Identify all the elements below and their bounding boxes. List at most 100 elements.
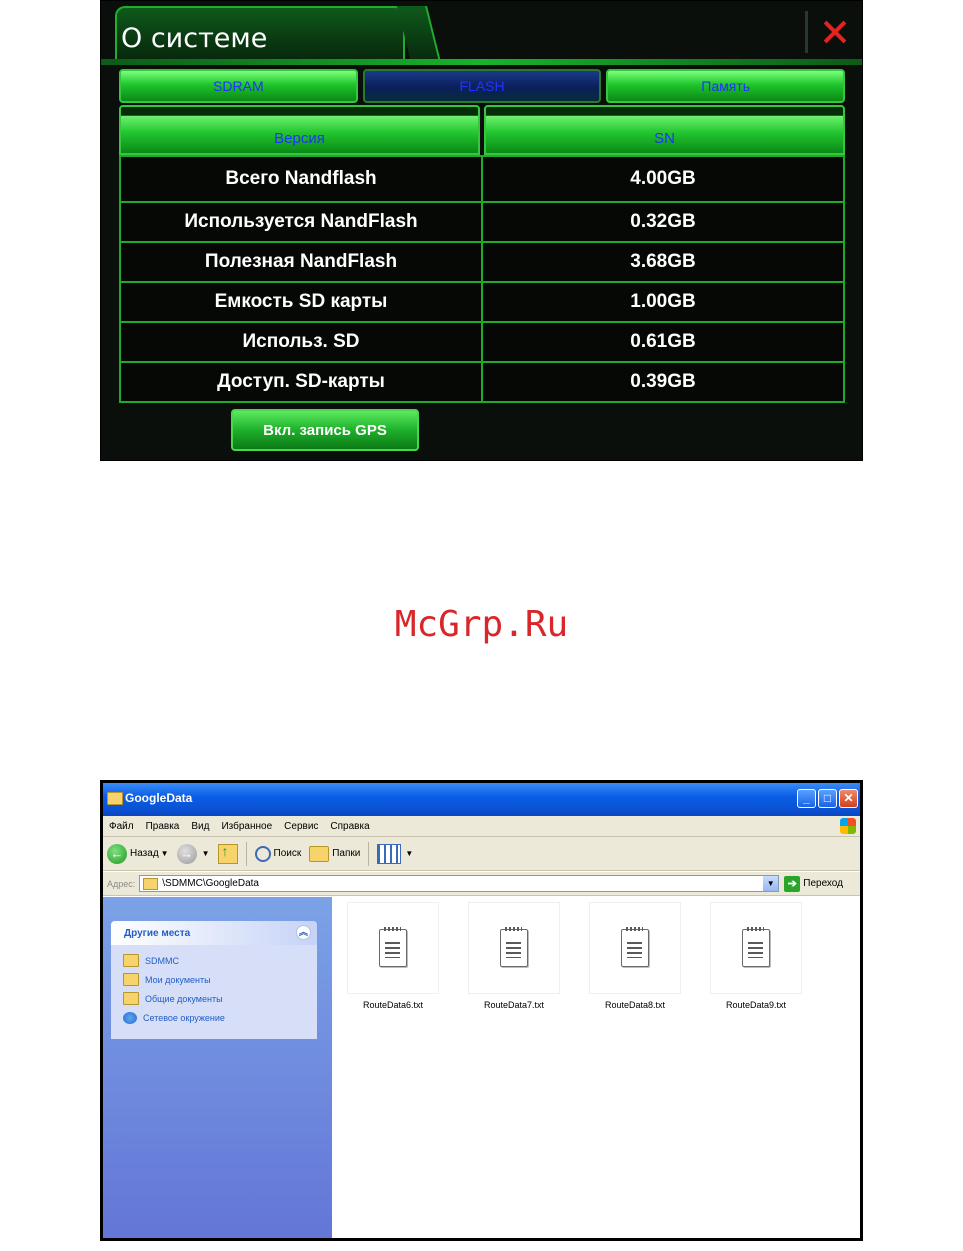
row-value: 0.39GB xyxy=(481,363,843,401)
row-label: Доступ. SD-карты xyxy=(217,371,385,392)
menu-favorites[interactable]: Избранное xyxy=(215,821,278,832)
folders-label: Папки xyxy=(332,848,361,859)
tab-memory[interactable]: Память xyxy=(606,69,846,103)
folders-icon xyxy=(309,845,330,862)
row-value: 0.61GB xyxy=(481,323,843,361)
other-places-panel: Другие места ︽ SDMMC Мои документы Общие… xyxy=(111,921,317,1039)
window-controls: _ □ ✕ xyxy=(797,789,858,808)
file-name: RouteData9.txt xyxy=(725,1000,787,1010)
folders-button[interactable]: Папки xyxy=(309,845,361,862)
file-name: RouteData6.txt xyxy=(362,1000,424,1010)
toolbar: ← Назад ▼ → ▼ Поиск Папки ▼ xyxy=(103,837,860,871)
link-label: Сетевое окружение xyxy=(143,1012,225,1023)
row-label: Использ. SD xyxy=(242,331,360,352)
row-value: 0.32GB xyxy=(481,203,843,241)
window-title: О системе xyxy=(121,23,268,54)
file-thumbnail xyxy=(589,902,681,994)
tab-sdram[interactable]: SDRAM xyxy=(119,69,358,103)
row-value: 4.00GB xyxy=(481,157,843,201)
menu-view[interactable]: Вид xyxy=(185,821,215,832)
folder-icon xyxy=(143,877,159,890)
views-button[interactable]: ▼ xyxy=(377,843,414,864)
header-version[interactable]: Версия xyxy=(119,105,480,155)
link-my-documents[interactable]: Мои документы xyxy=(111,970,317,989)
chevron-down-icon: ▼ xyxy=(405,849,414,858)
table-row: Емкость SD карты 1.00GB xyxy=(119,283,845,323)
file-thumbnail xyxy=(347,902,439,994)
address-label: Адрес: xyxy=(107,878,136,889)
link-label: Мои документы xyxy=(145,974,211,985)
toolbar-separator xyxy=(245,841,247,866)
table-row: Полезная NandFlash 3.68GB xyxy=(119,243,845,283)
file-name: RouteData7.txt xyxy=(483,1000,545,1010)
address-field[interactable]: \SDMMC\GoogleData ▼ xyxy=(139,875,780,892)
go-label: Переход xyxy=(803,878,843,889)
close-icon: ✕ xyxy=(843,791,854,805)
chevron-down-icon: ▼ xyxy=(201,849,210,858)
row-label: Емкость SD карты xyxy=(214,291,388,312)
panel-title: Другие места xyxy=(124,927,191,939)
search-label: Поиск xyxy=(273,848,302,859)
close-separator xyxy=(805,11,808,53)
windows-logo-icon xyxy=(840,818,856,834)
text-file-icon xyxy=(379,927,407,967)
back-button[interactable]: ← Назад ▼ xyxy=(107,843,169,864)
menu-tools[interactable]: Сервис xyxy=(278,821,324,832)
table-row: Использ. SD 0.61GB xyxy=(119,323,845,363)
maximize-icon: □ xyxy=(823,791,832,805)
toolbar-separator xyxy=(368,841,370,866)
views-icon xyxy=(377,843,402,864)
panel-header[interactable]: Другие места ︽ xyxy=(111,921,317,945)
close-button[interactable]: ✕ xyxy=(839,789,858,808)
row-label: Используется NandFlash xyxy=(184,211,418,232)
table-row: Доступ. SD-карты 0.39GB xyxy=(119,363,845,403)
search-icon xyxy=(254,845,271,862)
row-value: 1.00GB xyxy=(481,283,843,321)
info-table: Всего Nandflash 4.00GB Используется Nand… xyxy=(119,155,845,403)
forward-button[interactable]: → ▼ xyxy=(176,843,210,864)
link-shared-documents[interactable]: Общие документы xyxy=(111,989,317,1008)
search-button[interactable]: Поиск xyxy=(254,845,302,862)
file-name: RouteData8.txt xyxy=(604,1000,666,1010)
minimize-icon: _ xyxy=(803,791,810,805)
table-header: Версия SN xyxy=(119,105,845,155)
gps-record-button[interactable]: Вкл. запись GPS xyxy=(231,409,419,451)
close-icon[interactable] xyxy=(817,15,853,51)
file-item[interactable]: RouteData9.txt xyxy=(708,902,804,1010)
menu-edit[interactable]: Правка xyxy=(140,821,186,832)
folder-icon xyxy=(123,973,139,986)
row-value: 3.68GB xyxy=(481,243,843,281)
tab-bar: SDRAM FLASH Память xyxy=(119,69,846,103)
file-item[interactable]: RouteData6.txt xyxy=(345,902,441,1010)
folder-icon xyxy=(123,992,139,1005)
file-item[interactable]: RouteData8.txt xyxy=(587,902,683,1010)
link-network-places[interactable]: Сетевое окружение xyxy=(111,1008,317,1027)
title-divider xyxy=(101,59,862,65)
file-thumbnail xyxy=(710,902,802,994)
collapse-icon[interactable]: ︽ xyxy=(296,925,311,940)
minimize-button[interactable]: _ xyxy=(797,789,816,808)
chevron-down-icon[interactable]: ▼ xyxy=(763,876,779,891)
row-label: Полезная NandFlash xyxy=(204,251,398,272)
back-label: Назад xyxy=(130,848,159,859)
explorer-window: GoogleData _ □ ✕ Файл Правка Вид Избранн… xyxy=(100,780,863,1241)
title-bar[interactable]: GoogleData _ □ ✕ xyxy=(103,783,860,816)
table-row: Используется NandFlash 0.32GB xyxy=(119,203,845,243)
go-button[interactable]: ➔ Переход xyxy=(784,875,843,892)
tab-flash[interactable]: FLASH xyxy=(362,69,602,103)
text-file-icon xyxy=(500,927,528,967)
go-arrow-icon: ➔ xyxy=(784,875,801,892)
up-button[interactable] xyxy=(217,843,238,864)
header-sn[interactable]: SN xyxy=(484,105,845,155)
window-title: GoogleData xyxy=(125,791,193,805)
network-icon xyxy=(123,1011,137,1024)
folder-up-icon xyxy=(217,843,238,864)
file-item[interactable]: RouteData7.txt xyxy=(466,902,562,1010)
link-sdmmc[interactable]: SDMMC xyxy=(111,951,317,970)
menu-help[interactable]: Справка xyxy=(324,821,375,832)
folder-icon xyxy=(123,954,139,967)
menu-file[interactable]: Файл xyxy=(103,821,140,832)
forward-arrow-icon: → xyxy=(176,843,197,864)
maximize-button[interactable]: □ xyxy=(818,789,837,808)
file-list: RouteData6.txt RouteData7.txt RouteData8… xyxy=(332,897,860,1238)
